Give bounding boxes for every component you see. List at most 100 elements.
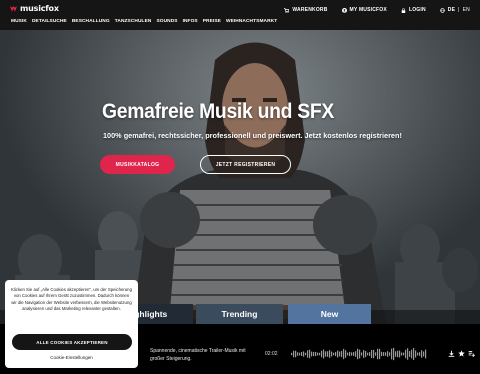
waveform-bar [399, 350, 401, 358]
track-description: Spannende, cinematische Trailer-Musik mi… [150, 348, 246, 362]
waveform-bar [341, 350, 343, 358]
waveform-bar [335, 351, 337, 357]
hero-title: Gemafreie Musik und SFX [102, 100, 334, 123]
waveform-bar [417, 352, 419, 356]
waveform-bar [303, 351, 305, 357]
waveform-bar [377, 348, 379, 360]
cart-link[interactable]: WARENKORB [284, 7, 327, 13]
waveform-bar [311, 351, 313, 357]
waveform-bar [325, 351, 327, 357]
star-icon[interactable] [458, 350, 465, 357]
language-en[interactable]: EN [463, 7, 470, 13]
waveform-bar [375, 352, 377, 356]
waveform-bar [327, 351, 329, 357]
waveform-bar [317, 352, 319, 356]
waveform-bar [351, 352, 353, 356]
cookie-text: Klicken Sie auf „Alle Cookies akzeptiere… [11, 287, 132, 312]
waveform-bar [293, 350, 295, 358]
waveform-bar [405, 349, 407, 359]
waveform-bar [329, 350, 331, 358]
login-link[interactable]: LOGIN [401, 7, 426, 13]
top-bar: musicfox WARENKORB MY MUSICFOX LOGIN DE … [0, 0, 480, 30]
language-de[interactable]: DE [448, 7, 455, 13]
utility-menu: WARENKORB MY MUSICFOX LOGIN DE | EN [284, 7, 470, 13]
lock-icon [401, 7, 406, 13]
hero-subtitle: 100% gemafrei, rechtssicher, professione… [103, 131, 402, 140]
waveform-bar [385, 352, 387, 356]
waveform-bar [291, 352, 293, 356]
waveform-bar [409, 351, 411, 357]
tab-new[interactable]: New [288, 304, 371, 324]
waveform-bar [371, 349, 373, 359]
cart-icon [284, 7, 290, 13]
waveform-bar [299, 352, 301, 356]
accept-all-cookies-button[interactable]: ALLE COOKIES AKZEPTIEREN [12, 334, 132, 350]
main-nav: MUSIK DETAILSUCHE BESCHALLUNG TANZSCHULE… [11, 19, 277, 24]
cookie-banner: Klicken Sie auf „Alle Cookies akzeptiere… [5, 280, 138, 368]
waveform-bar [395, 351, 397, 357]
fox-logo-icon [10, 5, 17, 12]
nav-item-weihnachtsmarkt[interactable]: WEIHNACHTSMARKT [226, 19, 277, 24]
waveform-bar [357, 348, 359, 360]
waveform-bar [365, 350, 367, 358]
nav-item-beschallung[interactable]: BESCHALLUNG [72, 19, 110, 24]
waveform-bar [369, 352, 371, 356]
cookie-settings-link[interactable]: Cookie-Einstellungen [5, 355, 138, 360]
waveform-bar [321, 350, 323, 358]
logo-text: musicfox [20, 4, 59, 13]
waveform-bar [301, 351, 303, 357]
waveform-bar [379, 348, 381, 360]
waveform-bar [421, 350, 423, 358]
waveform-bar [411, 349, 413, 359]
download-icon[interactable] [448, 350, 455, 357]
waveform-bar [359, 349, 361, 359]
waveform-bar [295, 350, 297, 358]
waveform-bar [323, 349, 325, 359]
nav-item-musik[interactable]: MUSIK [11, 19, 27, 24]
my-musicfox-link[interactable]: MY MUSICFOX [341, 7, 387, 13]
waveform-bar [423, 351, 425, 357]
waveform-bar [367, 352, 369, 356]
waveform-bar [297, 352, 299, 356]
waveform-bar [403, 352, 405, 356]
music-catalog-button[interactable]: MUSIKKATALOG [100, 155, 175, 174]
waveform-bar [419, 352, 421, 356]
waveform-bar [363, 350, 365, 358]
language-separator: | [458, 7, 460, 13]
waveform-bar [315, 351, 317, 357]
register-button[interactable]: JETZT REGISTRIEREN [200, 155, 291, 174]
cart-label: WARENKORB [292, 7, 328, 13]
waveform-bar [407, 348, 409, 360]
waveform-bar [413, 347, 415, 361]
waveform-bar [355, 351, 357, 357]
tab-trending[interactable]: Trending [196, 304, 283, 324]
language-switcher: DE | EN [439, 7, 470, 13]
nav-item-infos[interactable]: INFOS [183, 19, 198, 24]
waveform-bar [343, 348, 345, 360]
waveform-bar [391, 348, 393, 360]
waveform-bar [389, 352, 391, 356]
nav-item-preise[interactable]: PREISE [203, 19, 221, 24]
logo[interactable]: musicfox [10, 4, 59, 13]
waveform-bar [345, 350, 347, 358]
waveform-bar [401, 352, 403, 356]
waveform-bar [305, 352, 307, 356]
nav-item-detailsuche[interactable]: DETAILSUCHE [32, 19, 67, 24]
waveform-bar [337, 350, 339, 358]
waveform-bar [309, 349, 311, 359]
waveform-bar [349, 351, 351, 357]
globe-icon [439, 7, 445, 13]
waveform-bar [319, 352, 321, 356]
waveform-bar [353, 352, 355, 356]
waveform-bar [347, 352, 349, 356]
nav-item-tanzschulen[interactable]: TANZSCHULEN [115, 19, 152, 24]
waveform-bar [425, 349, 427, 359]
waveform-bar [373, 349, 375, 359]
waveform-bar [415, 350, 417, 358]
playlist-add-icon[interactable] [468, 350, 475, 357]
waveform[interactable] [291, 347, 427, 361]
waveform-bar [313, 351, 315, 357]
waveform-bar [381, 351, 383, 357]
nav-item-sounds[interactable]: SOUNDS [156, 19, 177, 24]
waveform-bar [383, 352, 385, 356]
